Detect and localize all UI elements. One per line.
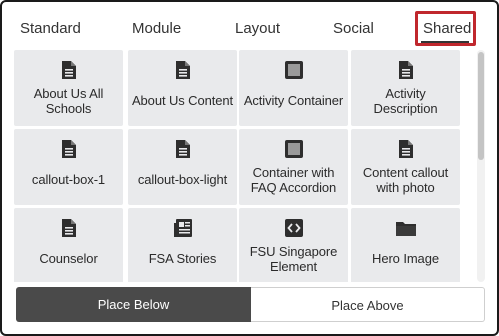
scrollbar-thumb[interactable]	[478, 52, 484, 160]
tile-counselor[interactable]: Counselor	[14, 208, 123, 282]
tile-activity-container[interactable]: Activity Container	[239, 50, 348, 126]
tab-module[interactable]: Module	[132, 19, 181, 39]
tab-shared[interactable]: Shared	[423, 19, 471, 39]
document-icon	[58, 59, 80, 80]
tile-label: About Us Content	[131, 93, 234, 108]
tile-label: FSU Singapore Element	[249, 244, 338, 274]
tile-hero-image[interactable]: Hero Image	[351, 208, 460, 282]
document-icon	[58, 138, 80, 159]
newspaper-icon	[172, 217, 194, 238]
tab-layout[interactable]: Layout	[235, 19, 280, 39]
tab-social[interactable]: Social	[333, 19, 374, 39]
tile-label: About Us All Schools	[33, 86, 104, 116]
tile-activity-description[interactable]: Activity Description	[351, 50, 460, 126]
tile-label: Content callout with photo	[362, 165, 449, 195]
tile-label: callout-box-1	[31, 172, 106, 187]
tile-container-with-faq-accordion[interactable]: Container with FAQ Accordion	[239, 129, 348, 205]
square-icon	[283, 138, 305, 159]
tile-fsu-singapore-element[interactable]: FSU Singapore Element	[239, 208, 348, 282]
document-icon	[58, 217, 80, 238]
tile-about-us-content[interactable]: About Us Content	[128, 50, 237, 126]
tile-label: Container with FAQ Accordion	[250, 165, 337, 195]
folder-icon	[395, 217, 417, 238]
document-icon	[172, 59, 194, 80]
tile-content-callout-with-photo[interactable]: Content callout with photo	[351, 129, 460, 205]
document-icon	[172, 138, 194, 159]
document-icon	[395, 59, 417, 80]
tile-fsa-stories[interactable]: FSA Stories	[128, 208, 237, 282]
code-icon	[283, 217, 305, 238]
tile-label: Activity Container	[243, 93, 344, 108]
place-below-button[interactable]: Place Below	[16, 287, 251, 322]
tab-standard[interactable]: Standard	[20, 19, 81, 39]
shared-elements-panel: Standard Module Layout Social Shared Abo…	[0, 0, 499, 336]
tile-label: callout-box-light	[137, 172, 228, 187]
element-grid: About Us All Schools About Us Content Acti…	[14, 50, 475, 282]
tab-bar: Standard Module Layout Social Shared	[2, 2, 497, 48]
tile-label: FSA Stories	[148, 251, 217, 266]
tile-label: Hero Image	[372, 251, 439, 266]
document-icon	[395, 138, 417, 159]
square-icon	[283, 59, 305, 80]
tile-callout-box-light[interactable]: callout-box-light	[128, 129, 237, 205]
tile-callout-box-1[interactable]: callout-box-1	[14, 129, 123, 205]
tile-about-us-all-schools[interactable]: About Us All Schools	[14, 50, 123, 126]
placement-toggle: Place Below Place Above	[16, 287, 485, 322]
active-tab-underline	[421, 41, 469, 43]
place-above-button[interactable]: Place Above	[251, 287, 485, 322]
tile-label: Counselor	[39, 251, 98, 266]
tile-label: Activity Description	[373, 86, 438, 116]
